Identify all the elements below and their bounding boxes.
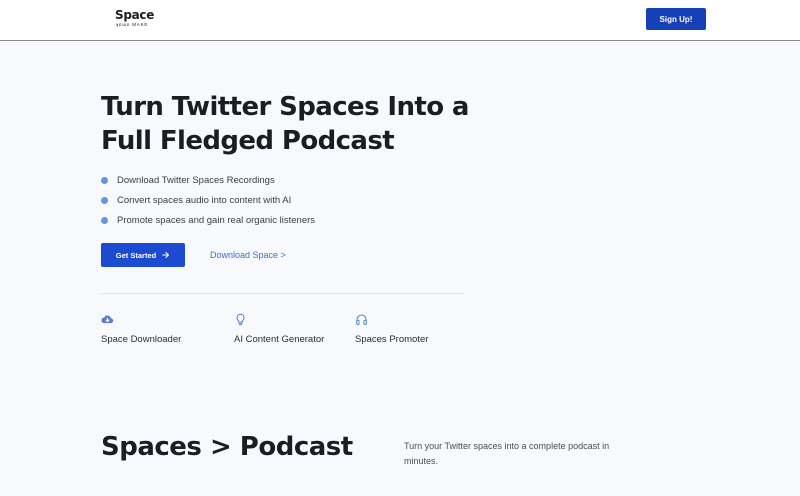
tool-label: AI Content Generator <box>234 334 325 345</box>
tool-label: Space Downloader <box>101 334 182 345</box>
feature-item: Convert spaces audio into content with A… <box>101 190 315 210</box>
logo[interactable]: Space ʞɒɯɒ MAKE <box>115 8 154 27</box>
cloud-download-icon <box>101 315 114 324</box>
logo-main-text: Space <box>115 8 155 22</box>
feature-text: Download Twitter Spaces Recordings <box>117 174 275 186</box>
download-space-link[interactable]: Download Space > <box>210 250 286 260</box>
signup-button[interactable]: Sign Up! <box>646 8 706 30</box>
top-nav: Space ʞɒɯɒ MAKE Sign Up! <box>0 0 800 41</box>
hero-title: Turn Twitter Spaces Into a Full Fledged … <box>101 92 469 156</box>
tool-label: Spaces Promoter <box>355 334 429 345</box>
bullet-dot-icon <box>101 216 108 224</box>
get-started-button[interactable]: Get Started <box>101 243 185 267</box>
tool-spaces-promoter[interactable]: Spaces Promoter <box>355 313 428 345</box>
logo-sub-text: ʞɒɯɒ MAKE <box>116 22 149 27</box>
section-title: Spaces > Podcast <box>101 432 353 462</box>
feature-list: Download Twitter Spaces Recordings Conve… <box>101 170 315 230</box>
arrow-right-icon <box>162 252 170 258</box>
tool-ai-content-generator[interactable]: AI Content Generator <box>234 313 324 345</box>
get-started-label: Get Started <box>115 250 157 260</box>
lightbulb-icon <box>236 313 245 326</box>
tool-space-downloader[interactable]: Space Downloader <box>101 313 181 345</box>
divider <box>101 293 464 294</box>
bullet-dot-icon <box>101 196 108 204</box>
feature-text: Convert spaces audio into content with A… <box>117 194 292 206</box>
feature-item: Promote spaces and gain real organic lis… <box>101 210 315 230</box>
feature-text: Promote spaces and gain real organic lis… <box>117 214 316 226</box>
section-description: Turn your Twitter spaces into a complete… <box>404 441 610 466</box>
feature-item: Download Twitter Spaces Recordings <box>101 170 315 190</box>
headphones-icon <box>356 314 367 325</box>
bullet-dot-icon <box>101 176 108 184</box>
